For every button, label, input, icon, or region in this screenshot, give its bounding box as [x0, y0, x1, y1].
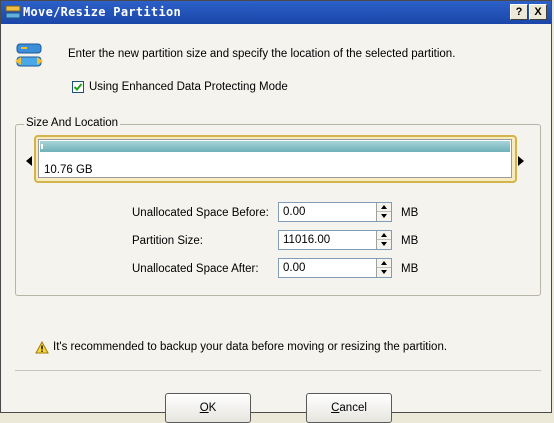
arrow-up-icon: [381, 233, 387, 237]
ok-button[interactable]: OK: [165, 393, 251, 423]
unit-label: MB: [401, 207, 419, 219]
warning-triangle-icon: [35, 341, 49, 354]
arrow-down-icon: [381, 270, 387, 274]
right-resize-handle[interactable]: [518, 156, 524, 166]
cancel-label: Cancel: [331, 402, 367, 414]
protect-mode-checkbox[interactable]: [72, 81, 84, 93]
partition-usage-bar: [40, 141, 510, 152]
arrow-down-icon: [381, 214, 387, 218]
move-resize-icon: [15, 43, 43, 67]
spin-down-button[interactable]: [377, 268, 391, 277]
spin-down-button[interactable]: [377, 240, 391, 249]
checkmark-icon: [73, 83, 83, 91]
partition-used-marker: [41, 144, 43, 149]
partition-size-label: 10.76 GB: [44, 164, 93, 176]
unallocated-before-input[interactable]: 0.00: [278, 202, 392, 222]
cancel-button[interactable]: Cancel: [306, 393, 392, 423]
close-button[interactable]: X: [529, 4, 547, 20]
spin-up-button[interactable]: [377, 231, 391, 240]
left-resize-handle[interactable]: [26, 156, 32, 166]
unallocated-after-value[interactable]: 0.00: [283, 262, 305, 274]
arrow-up-icon: [381, 261, 387, 265]
partition-size-input[interactable]: 11016.00: [278, 230, 392, 250]
arrow-up-icon: [381, 205, 387, 209]
unallocated-after-input[interactable]: 0.00: [278, 258, 392, 278]
partition-size-field-label: Partition Size:: [132, 235, 203, 247]
dialog-window: Move/Resize Partition ? X Enter the new …: [0, 0, 552, 423]
window-title: Move/Resize Partition: [23, 5, 182, 19]
unallocated-before-label: Unallocated Space Before:: [132, 207, 269, 219]
title-bar[interactable]: Move/Resize Partition ? X: [1, 1, 551, 24]
unallocated-before-value[interactable]: 0.00: [283, 206, 305, 218]
unit-label: MB: [401, 263, 419, 275]
unit-label: MB: [401, 235, 419, 247]
spin-down-button[interactable]: [377, 212, 391, 221]
protect-mode-label[interactable]: Using Enhanced Data Protecting Mode: [89, 81, 288, 93]
spin-buttons: [376, 259, 391, 277]
unallocated-after-label: Unallocated Space After:: [132, 263, 259, 275]
group-title: Size And Location: [24, 117, 121, 129]
arrow-down-icon: [381, 242, 387, 246]
backup-warning-text: It's recommended to backup your data bef…: [53, 341, 448, 353]
instruction-text: Enter the new partition size and specify…: [68, 48, 456, 60]
spin-up-button[interactable]: [377, 203, 391, 212]
spin-buttons: [376, 203, 391, 221]
partition-size-value[interactable]: 11016.00: [283, 234, 330, 246]
spin-buttons: [376, 231, 391, 249]
separator: [15, 370, 541, 371]
help-button[interactable]: ?: [510, 4, 528, 20]
ok-label: OK: [199, 402, 217, 414]
dialog-content: Enter the new partition size and specify…: [2, 24, 551, 423]
spin-up-button[interactable]: [377, 259, 391, 268]
partition-app-icon: [5, 5, 21, 19]
